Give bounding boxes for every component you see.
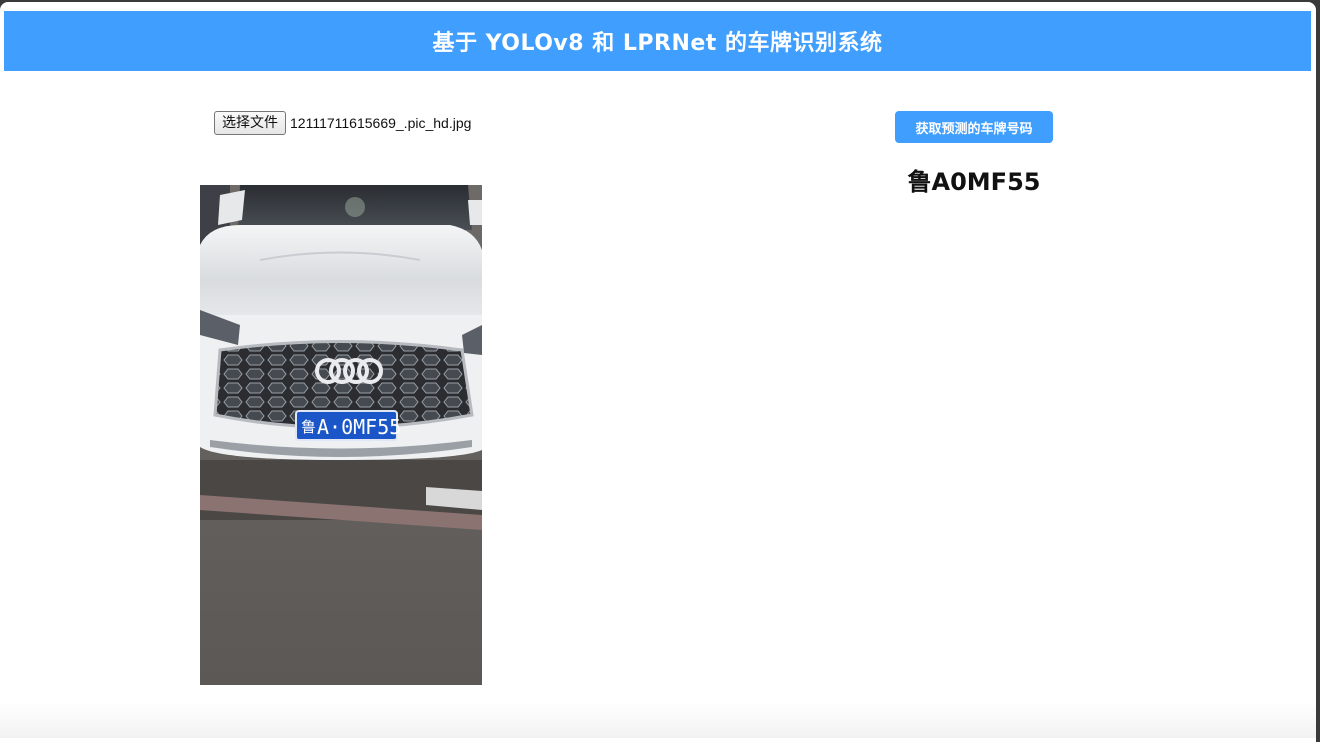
file-picker[interactable]: 选择文件 12111711615669_.pic_hd.jpg — [214, 111, 471, 135]
plate-number: A·0MF55 — [317, 415, 401, 439]
plate-prefix: 鲁 — [301, 418, 316, 436]
footer-area — [0, 702, 1316, 738]
get-prediction-button[interactable]: 获取预测的车牌号码 — [895, 111, 1053, 143]
page-title: 基于 YOLOv8 和 LPRNet 的车牌识别系统 — [432, 31, 883, 56]
app-window: 基于 YOLOv8 和 LPRNet 的车牌识别系统 选择文件 12111711… — [0, 2, 1316, 742]
choose-file-button[interactable]: 选择文件 — [214, 111, 286, 135]
selected-file-name: 12111711615669_.pic_hd.jpg — [290, 115, 472, 131]
app-header: 基于 YOLOv8 和 LPRNet 的车牌识别系统 — [4, 11, 1311, 71]
prediction-result: 鲁A0MF55 — [907, 168, 1041, 196]
uploaded-car-image: 鲁 A·0MF55 — [200, 185, 482, 685]
